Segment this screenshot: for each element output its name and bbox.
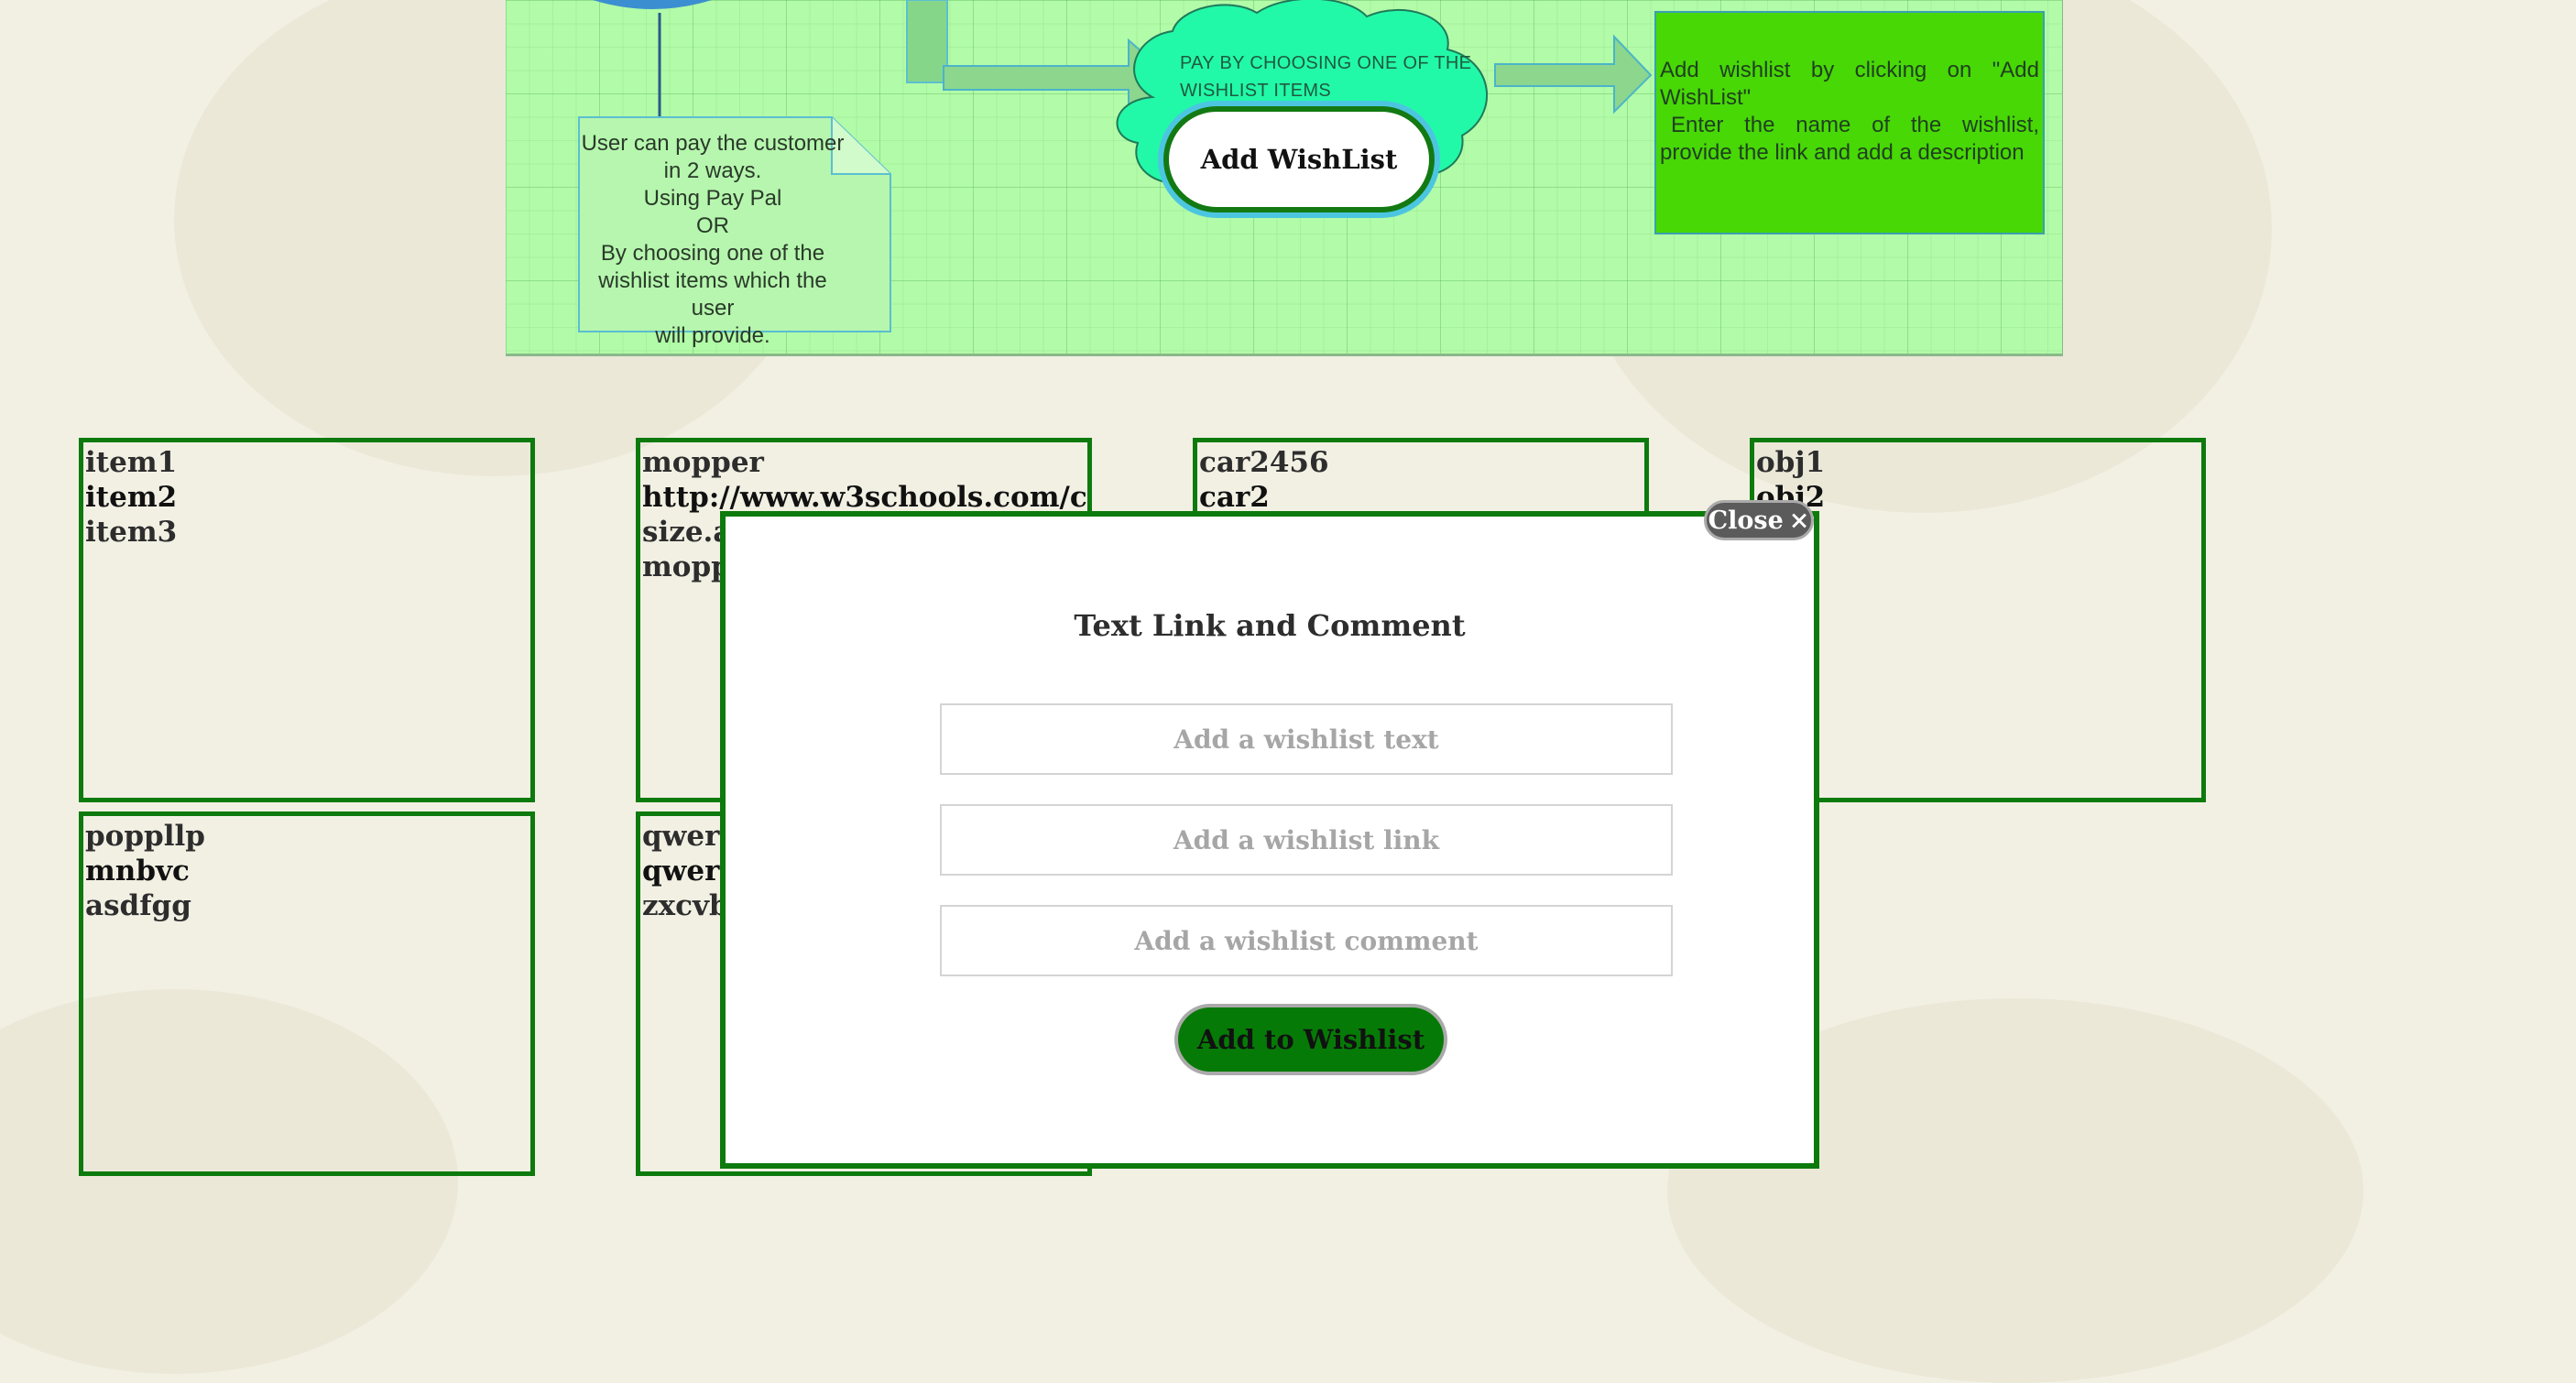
wishlist-item[interactable]: item1 bbox=[85, 445, 530, 480]
note-line: Using Pay Pal bbox=[643, 186, 782, 211]
arrow-shape bbox=[1494, 34, 1653, 114]
note-line: in 2 ways. bbox=[663, 158, 762, 183]
wishlist-card: poppllp mnbvc asdfgg bbox=[79, 811, 535, 1176]
note-line: will provide. bbox=[655, 323, 770, 348]
wishlist-item[interactable]: poppllp bbox=[85, 819, 530, 854]
wishlist-item[interactable]: mopper bbox=[642, 445, 1087, 480]
close-button[interactable]: Close × bbox=[1704, 500, 1814, 540]
wishlist-item[interactable]: obj1 bbox=[1756, 445, 2201, 480]
wishlist-item[interactable]: item3 bbox=[85, 515, 530, 550]
note-line: OR bbox=[696, 213, 729, 238]
wishlist-link-input[interactable] bbox=[940, 804, 1673, 876]
instruction-box: Add wishlist by clicking on "Add WishLis… bbox=[1654, 11, 2045, 234]
process-block bbox=[906, 0, 948, 83]
add-to-wishlist-button[interactable]: Add to Wishlist bbox=[1174, 1004, 1447, 1075]
wishlist-comment-input[interactable] bbox=[940, 905, 1673, 976]
note-line: wishlist items which the user bbox=[598, 268, 827, 321]
cloud-label: PAY BY CHOOSING ONE OF THE WISHLIST ITEM… bbox=[1180, 49, 1510, 104]
instruction-line: Add wishlist by clicking on "Add WishLis… bbox=[1660, 58, 2039, 110]
close-icon: × bbox=[1788, 506, 1810, 535]
wishlist-card: item1 item2 item3 bbox=[79, 438, 535, 802]
blue-shape bbox=[593, 0, 712, 9]
close-label: Close bbox=[1708, 506, 1784, 535]
cloud-line: WISHLIST ITEMS bbox=[1180, 81, 1331, 101]
wishlist-item[interactable]: item2 bbox=[85, 480, 530, 515]
wishlist-modal: Text Link and Comment Add to Wishlist bbox=[720, 511, 1819, 1169]
note-line: By choosing one of the bbox=[600, 241, 825, 266]
wishlist-item[interactable]: asdfgg bbox=[85, 888, 530, 923]
wishlist-link[interactable]: http://www.w3schools.com/c bbox=[642, 480, 1087, 515]
flowchart-image: User can pay the customer in 2 ways. Usi… bbox=[506, 0, 2063, 356]
payment-note: User can pay the customer in 2 ways. Usi… bbox=[579, 117, 846, 348]
wishlist-item[interactable]: mnbvc bbox=[85, 854, 530, 888]
wishlist-item[interactable]: obj2 bbox=[1756, 480, 2201, 515]
modal-title: Text Link and Comment bbox=[1074, 608, 1466, 643]
wishlist-text-input[interactable] bbox=[940, 703, 1673, 775]
note-line: User can pay the customer bbox=[581, 131, 845, 156]
cloud-line: PAY BY CHOOSING ONE OF THE bbox=[1180, 53, 1472, 73]
wishlist-item[interactable]: car2 bbox=[1199, 480, 1644, 515]
wishlist-item[interactable]: car2456 bbox=[1199, 445, 1644, 480]
instruction-line: Enter the name of the wishlist, provide … bbox=[1660, 113, 2039, 165]
add-wishlist-pill: Add WishList bbox=[1163, 106, 1435, 212]
